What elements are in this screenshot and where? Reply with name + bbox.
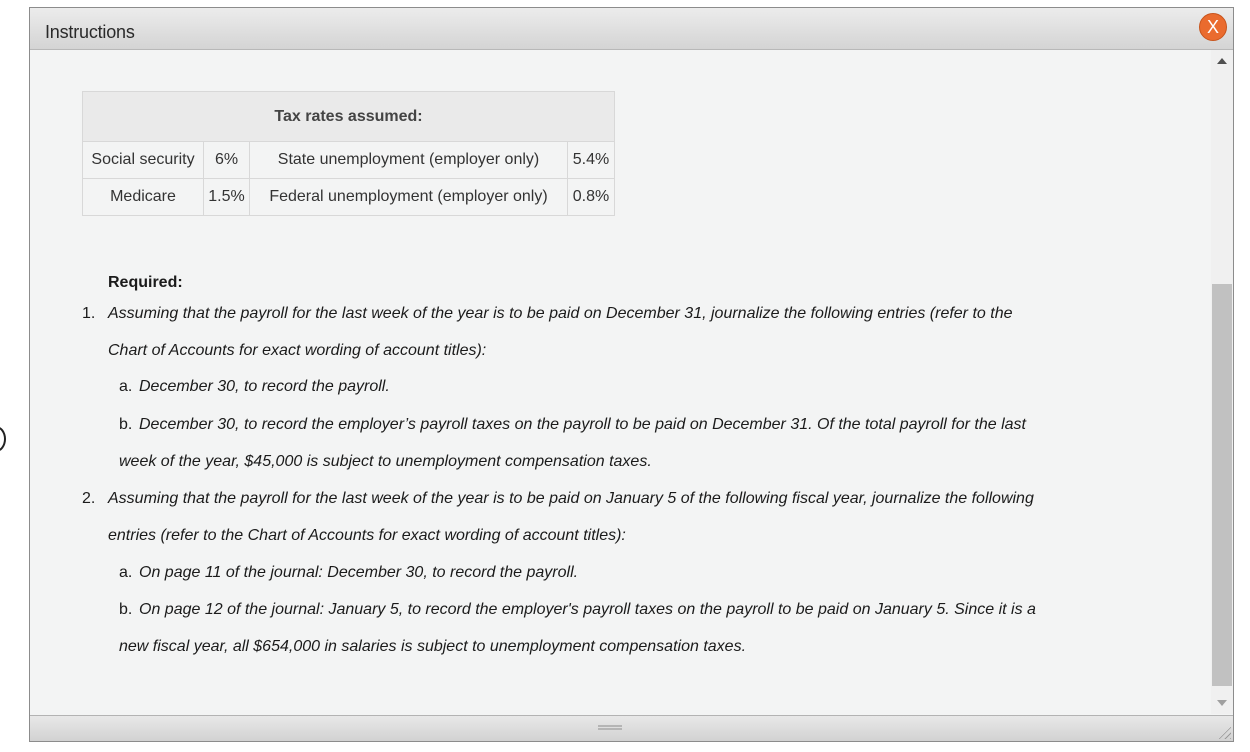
sub-item-text-continued: new fiscal year, all $654,000 in salarie… bbox=[119, 638, 747, 655]
scrollbar-thumb[interactable] bbox=[1212, 284, 1232, 686]
table-row: Medicare 1.5% Federal unemployment (empl… bbox=[82, 178, 615, 216]
tax-rate-cell: 1.5% bbox=[203, 178, 250, 216]
sub-item-text: On page 12 of the journal: January 5, to… bbox=[139, 601, 1036, 618]
table-row: Social security 6% State unemployment (e… bbox=[82, 141, 615, 179]
tax-name-cell: State unemployment (employer only) bbox=[249, 141, 568, 179]
sub-item-marker: b. bbox=[119, 601, 133, 618]
sub-item-marker: b. bbox=[119, 416, 133, 433]
dialog-footer bbox=[30, 715, 1233, 741]
tax-name-cell: Social security bbox=[82, 141, 204, 179]
tax-name-cell: Medicare bbox=[82, 178, 204, 216]
tax-rate-cell: 5.4% bbox=[567, 141, 615, 179]
drag-grip-icon[interactable] bbox=[598, 725, 622, 730]
resize-handle-icon[interactable] bbox=[1217, 725, 1231, 739]
instructions-dialog: Instructions X Tax rates assumed: Social… bbox=[29, 7, 1234, 742]
item-number: 1. bbox=[82, 305, 96, 322]
sub-item-text: December 30, to record the payroll. bbox=[139, 378, 390, 395]
tax-rate-cell: 0.8% bbox=[567, 178, 615, 216]
tax-rates-heading: Tax rates assumed: bbox=[82, 91, 615, 142]
item-text-continued: Chart of Accounts for exact wording of a… bbox=[108, 342, 487, 359]
list-item: 2. Assuming that the payroll for the last… bbox=[82, 480, 1034, 517]
item-text: Assuming that the payroll for the last w… bbox=[108, 305, 1013, 322]
item-number: 2. bbox=[82, 490, 96, 507]
list-item: 1. Assuming that the payroll for the last… bbox=[82, 295, 1012, 332]
sub-item-text: On page 11 of the journal: December 30, … bbox=[139, 564, 579, 581]
sub-item: b. On page 12 of the journal: January 5, … bbox=[119, 591, 1036, 628]
close-button[interactable]: X bbox=[1199, 13, 1227, 41]
scroll-down-arrow-icon[interactable] bbox=[1217, 700, 1227, 706]
sub-item: b. December 30, to record the employer’s … bbox=[119, 406, 1026, 443]
sub-item: a. December 30, to record the payroll. bbox=[119, 368, 390, 405]
tax-rates-table: Tax rates assumed: Social security 6% St… bbox=[82, 91, 615, 216]
sub-item-text-continued: week of the year, $45,000 is subject to … bbox=[119, 453, 652, 470]
sub-item-marker: a. bbox=[119, 564, 133, 581]
scroll-up-arrow-icon[interactable] bbox=[1217, 58, 1227, 64]
dialog-content: Tax rates assumed: Social security 6% St… bbox=[30, 50, 1210, 714]
sub-item-marker: a. bbox=[119, 378, 133, 395]
item-text-continued: entries (refer to the Chart of Accounts … bbox=[108, 527, 626, 544]
background-edge-shape bbox=[0, 426, 6, 452]
tax-rate-cell: 6% bbox=[203, 141, 250, 179]
tax-name-cell: Federal unemployment (employer only) bbox=[249, 178, 568, 216]
sub-item: a. On page 11 of the journal: December 30… bbox=[119, 554, 578, 591]
dialog-title: Instructions bbox=[45, 22, 135, 42]
sub-item-text: December 30, to record the employer’s pa… bbox=[139, 416, 1026, 433]
item-text: Assuming that the payroll for the last w… bbox=[108, 490, 1034, 507]
dialog-titlebar[interactable]: Instructions X bbox=[30, 8, 1233, 50]
vertical-scrollbar[interactable] bbox=[1211, 50, 1233, 714]
required-heading: Required: bbox=[108, 274, 183, 291]
